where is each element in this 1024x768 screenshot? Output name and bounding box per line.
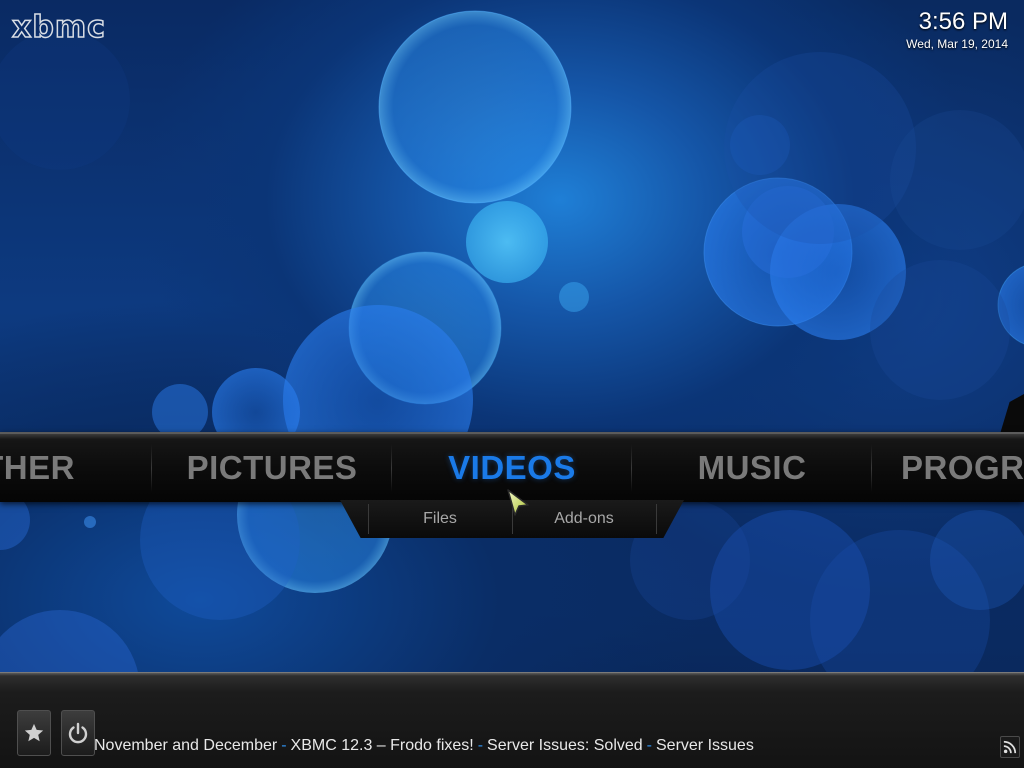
ticker-separator: - — [281, 737, 287, 754]
submenu-item-files[interactable]: Files — [368, 500, 512, 538]
main-menu-item-music[interactable]: MUSIC — [632, 434, 872, 502]
clock-time: 3:56 PM — [918, 8, 1008, 35]
ticker-item: November and December — [94, 737, 278, 754]
rss-ticker[interactable]: November and December - XBMC 12.3 – Frodo … — [94, 737, 754, 757]
ticker-item: XBMC 12.3 – Frodo fixes! — [290, 737, 474, 754]
submenu-divider — [656, 504, 657, 534]
clock-date: Wed, Mar 19, 2014 — [906, 37, 1008, 51]
ticker-separator: - — [477, 737, 484, 754]
main-menu-item-weather[interactable]: WEATHER — [0, 434, 111, 502]
bokeh-background — [0, 10, 1024, 768]
ticker-item: Server Issues: Solved — [487, 737, 643, 754]
xbmc-logo: xbmc — [11, 9, 106, 46]
ticker-item: Server Issues — [656, 737, 754, 754]
clock: 3:56 PM Wed, Mar 19, 2014 — [906, 8, 1008, 51]
mouse-pointer-icon — [507, 489, 529, 516]
ticker-separator: - — [646, 737, 652, 754]
favourites-button[interactable] — [17, 710, 51, 756]
submenu-item-addons[interactable]: Add-ons — [512, 500, 656, 538]
rss-icon — [1003, 740, 1017, 754]
main-menu-item-programs[interactable]: PROGRAMS — [901, 434, 1024, 502]
menu-divider — [871, 444, 872, 492]
main-menu-item-pictures[interactable]: PICTURES — [152, 434, 392, 502]
power-icon — [68, 722, 88, 744]
rss-button[interactable] — [1000, 736, 1020, 758]
star-icon — [24, 723, 44, 742]
home-screen: xbmc 3:56 PM Wed, Mar 19, 2014 WEATHER P… — [0, 0, 1024, 768]
power-button[interactable] — [61, 710, 95, 756]
